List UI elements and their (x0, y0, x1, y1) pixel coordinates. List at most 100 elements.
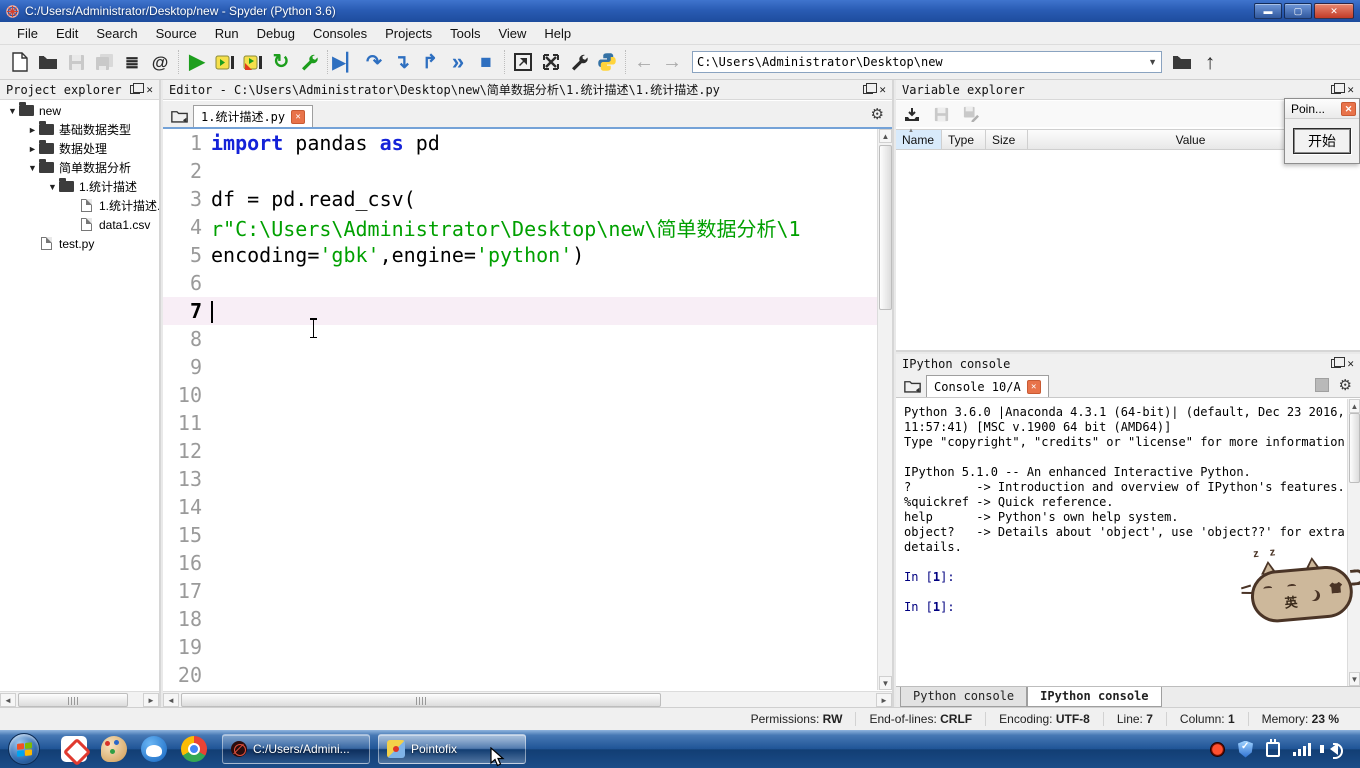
recording-tray-icon[interactable] (1210, 741, 1225, 757)
network-signal-tray-icon[interactable] (1293, 742, 1311, 756)
scroll-left-arrow[interactable]: ◄ (163, 693, 179, 707)
debug-continue-button[interactable]: » (444, 48, 472, 76)
open-file-button[interactable] (34, 48, 62, 76)
taskbar-app-red[interactable] (54, 732, 94, 766)
menu-projects[interactable]: Projects (376, 23, 441, 44)
scrollbar-thumb[interactable] (1349, 413, 1360, 483)
pane-tab-python-console[interactable]: Python console (900, 687, 1028, 707)
menu-view[interactable]: View (489, 23, 535, 44)
menu-edit[interactable]: Edit (47, 23, 87, 44)
debug-step-button[interactable]: ↷ (360, 48, 388, 76)
code-line[interactable]: 12 (163, 437, 877, 465)
taskbar-app-paint[interactable] (94, 732, 134, 766)
tab-close-icon[interactable]: ✕ (1026, 379, 1041, 394)
tree-item[interactable]: ▼ 简单数据分析 (0, 158, 159, 177)
save-all-button[interactable] (90, 48, 118, 76)
moon-icon[interactable] (1309, 590, 1321, 602)
forward-button[interactable]: → (658, 48, 686, 76)
save-data-button[interactable] (934, 107, 949, 122)
code-line[interactable]: 8 (163, 325, 877, 353)
close-pane-icon[interactable]: ✕ (1347, 84, 1354, 95)
working-directory-combo[interactable]: C:\Users\Administrator\Desktop\new ▼ (692, 51, 1162, 73)
column-header-type[interactable]: Type (942, 130, 986, 149)
maximize-pane-button[interactable] (509, 48, 537, 76)
tree-expander-icon[interactable]: ▼ (46, 182, 59, 192)
editor-vertical-scrollbar[interactable]: ▲ ▼ (877, 129, 892, 690)
close-button[interactable]: ✕ (1314, 3, 1354, 19)
code-line[interactable]: 6 (163, 269, 877, 297)
code-line[interactable]: 7 (163, 297, 877, 325)
menu-source[interactable]: Source (147, 23, 206, 44)
scroll-up-arrow[interactable]: ▲ (1349, 399, 1360, 413)
scroll-right-arrow[interactable]: ► (143, 693, 159, 707)
tab-close-icon[interactable]: ✕ (291, 109, 306, 124)
parent-directory-button[interactable]: ↑ (1196, 48, 1224, 76)
save-button[interactable] (62, 48, 90, 76)
shirt-icon[interactable] (1329, 582, 1343, 594)
column-header-name[interactable]: Name (896, 128, 942, 149)
undock-pane-icon[interactable] (1331, 83, 1346, 94)
pointofix-mini-window[interactable]: Poin... ✕ 开始 (1284, 98, 1360, 164)
undock-pane-icon[interactable] (863, 83, 878, 94)
back-button[interactable]: ← (630, 48, 658, 76)
import-data-button[interactable] (904, 107, 920, 122)
taskbar-button-spyder[interactable]: C:/Users/Admini... (222, 734, 370, 764)
code-line[interactable]: 17 (163, 577, 877, 605)
tree-item[interactable]: ▼ new (0, 101, 159, 120)
undock-pane-icon[interactable] (1331, 357, 1346, 368)
title-bar[interactable]: C:/Users/Administrator/Desktop/new - Spy… (0, 0, 1360, 22)
code-line[interactable]: 5 encoding='gbk',engine='python') (163, 241, 877, 269)
rerun-cell-button[interactable]: ↻ (267, 48, 295, 76)
menu-file[interactable]: File (8, 23, 47, 44)
menu-run[interactable]: Run (206, 23, 248, 44)
scrollbar-thumb[interactable] (18, 693, 128, 707)
menu-debug[interactable]: Debug (248, 23, 304, 44)
debug-stop-button[interactable]: ■ (472, 48, 500, 76)
ime-language-badge[interactable]: 英 (1284, 592, 1299, 612)
variable-table-body[interactable] (896, 150, 1360, 350)
code-line[interactable]: 9 (163, 353, 877, 381)
code-line[interactable]: 15 (163, 521, 877, 549)
code-line[interactable]: 13 (163, 465, 877, 493)
tree-item[interactable]: data1.csv (0, 215, 159, 234)
tree-expander-icon[interactable]: ► (26, 144, 39, 154)
save-data-as-button[interactable] (963, 106, 979, 122)
pointofix-close-icon[interactable]: ✕ (1341, 101, 1356, 116)
pane-tab-ipython-console[interactable]: IPython console (1027, 687, 1162, 707)
tree-item[interactable]: ▼ 1.统计描述 (0, 177, 159, 196)
file-switcher-button[interactable]: ≣ (118, 48, 146, 76)
fullscreen-button[interactable] (537, 48, 565, 76)
maximize-button[interactable]: ▢ (1284, 3, 1312, 19)
code-line[interactable]: 3 df = pd.read_csv( (163, 185, 877, 213)
close-pane-icon[interactable]: ✕ (879, 84, 886, 95)
undock-pane-icon[interactable] (130, 83, 145, 94)
python-path-button[interactable] (593, 48, 621, 76)
scrollbar-thumb[interactable] (879, 145, 892, 310)
console-tab[interactable]: Console 10/A ✕ (926, 375, 1049, 397)
code-line[interactable]: 14 (163, 493, 877, 521)
code-line[interactable]: 11 (163, 409, 877, 437)
browse-tabs-button[interactable] (167, 105, 191, 127)
scroll-left-arrow[interactable]: ◄ (0, 693, 16, 707)
security-shield-tray-icon[interactable] (1238, 740, 1253, 758)
code-line[interactable]: 18 (163, 605, 877, 633)
tree-expander-icon[interactable]: ▼ (26, 163, 39, 173)
code-line[interactable]: 1 import pandas as pd (163, 129, 877, 157)
tree-item[interactable]: ► 基础数据类型 (0, 120, 159, 139)
run-cell-button[interactable] (211, 48, 239, 76)
start-button[interactable] (8, 733, 40, 765)
preferences-button[interactable] (565, 48, 593, 76)
tree-expander-icon[interactable]: ► (26, 125, 39, 135)
tree-item[interactable]: ► 数据处理 (0, 139, 159, 158)
menu-help[interactable]: Help (535, 23, 580, 44)
menu-search[interactable]: Search (87, 23, 146, 44)
code-line[interactable]: 19 (163, 633, 877, 661)
code-area[interactable]: 1 import pandas as pd 2 3 df = pd.read_csv(4… (163, 129, 877, 690)
new-file-button[interactable] (6, 48, 34, 76)
volume-tray-icon[interactable] (1320, 743, 1343, 759)
scroll-down-arrow[interactable]: ▼ (1349, 672, 1360, 686)
editor-options-icon[interactable]: ⚙ (871, 105, 884, 123)
run-file-button[interactable]: ▶ (183, 48, 211, 76)
run-configuration-button[interactable] (295, 48, 323, 76)
code-line[interactable]: 4 r"C:\Users\Administrator\Desktop\new\简单… (163, 213, 877, 241)
